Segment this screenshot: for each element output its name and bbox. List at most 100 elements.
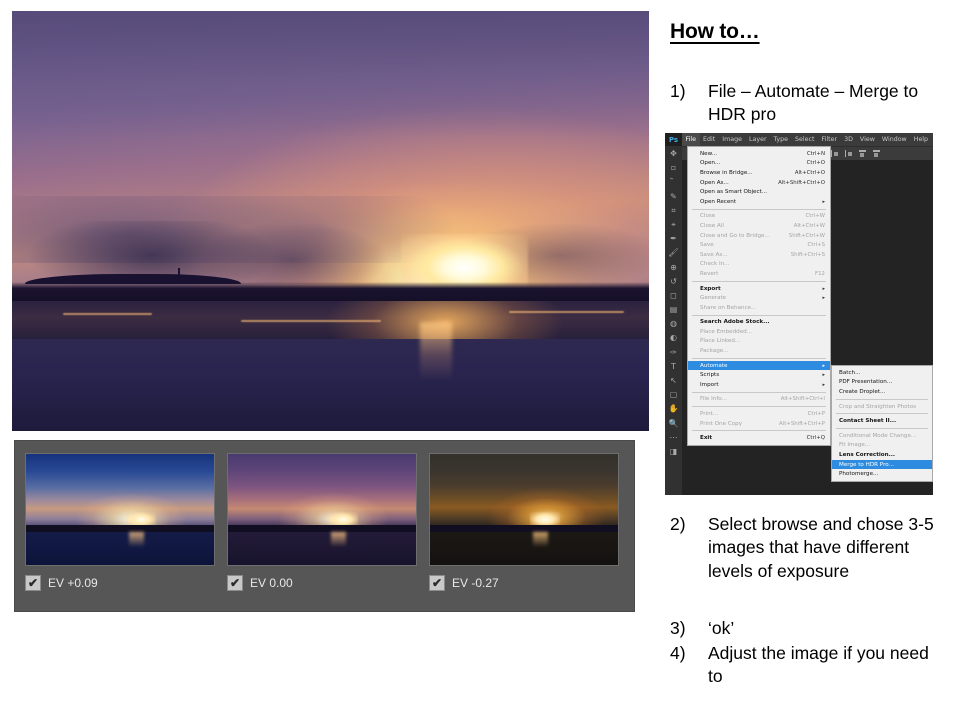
- file-menu-item-package: Package...: [688, 346, 830, 356]
- pen-tool-icon[interactable]: ✑: [668, 347, 679, 358]
- automate-item-contact-sheet-ii[interactable]: Contact Sheet II...: [832, 416, 932, 426]
- ps-menubar-filter[interactable]: Filter: [818, 133, 841, 146]
- blur-tool-icon[interactable]: ◍: [668, 318, 679, 329]
- photo-wet-sand-strip: [241, 319, 382, 322]
- shape-tool-icon[interactable]: ▢: [668, 389, 679, 400]
- menu-item-shortcut: Alt+Shift+Ctrl+P: [779, 420, 825, 427]
- align-bottom-icon[interactable]: [872, 150, 880, 157]
- automate-item-create-droplet[interactable]: Create Droplet...: [832, 387, 932, 397]
- path-selection-tool-icon[interactable]: ↖: [668, 375, 679, 386]
- hand-tool-icon[interactable]: ✋: [668, 403, 679, 414]
- automate-item-photomerge[interactable]: Photomerge...: [832, 469, 932, 479]
- menu-item-label: Place Linked...: [700, 338, 741, 345]
- menu-item-label: Scripts: [700, 372, 720, 379]
- automate-item-lens-correction[interactable]: Lens Correction...: [832, 450, 932, 460]
- thumbnail-checkbox[interactable]: ✔: [429, 575, 445, 591]
- thumbnail-cell[interactable]: ✔ EV 0.00: [227, 453, 417, 591]
- thumbnail-label-row: ✔ EV -0.27: [429, 575, 619, 591]
- thumb-sky: [430, 454, 618, 529]
- file-menu-item-share-on-behance: Share on Behance...: [688, 303, 830, 313]
- eraser-tool-icon[interactable]: ◻: [668, 290, 679, 301]
- menu-item-label: Save: [700, 242, 714, 249]
- file-menu-item-open-as[interactable]: Open As... Alt+Shift+Ctrl+O: [688, 178, 830, 188]
- ps-menubar-help[interactable]: Help: [910, 133, 931, 146]
- align-top-icon[interactable]: [858, 150, 866, 157]
- menu-item-label: Share on Behance...: [700, 304, 757, 311]
- type-tool-icon[interactable]: T: [668, 361, 679, 372]
- lasso-tool-icon[interactable]: ᷅: [668, 176, 679, 187]
- thumbnail-checkbox[interactable]: ✔: [227, 575, 243, 591]
- healing-brush-tool-icon[interactable]: ✒: [668, 233, 679, 244]
- ps-menubar-image[interactable]: Image: [719, 133, 746, 146]
- dodge-tool-icon[interactable]: ◐: [668, 332, 679, 343]
- menu-item-shortcut: Shift+Ctrl+W: [788, 232, 825, 239]
- thumbnail-image-ev-zero[interactable]: [227, 453, 417, 566]
- ps-menubar-view[interactable]: View: [856, 133, 878, 146]
- quick-select-tool-icon[interactable]: ✎: [668, 191, 679, 202]
- menu-item-label: Search Adobe Stock...: [700, 319, 770, 326]
- clone-stamp-tool-icon[interactable]: ⊕: [668, 262, 679, 273]
- instruction-step-3: 3) ‘ok’: [670, 617, 942, 640]
- eyedropper-tool-icon[interactable]: ⌖: [668, 219, 679, 230]
- file-menu-item-open-recent[interactable]: Open Recent ▸: [688, 197, 830, 207]
- brush-tool-icon[interactable]: 🖌: [668, 247, 679, 258]
- align-center-horizontal-icon[interactable]: [830, 150, 838, 157]
- menu-item-label: Print One Copy: [700, 420, 743, 427]
- photo-headland-silhouette: [12, 273, 649, 303]
- thumbnail-label-row: ✔ EV 0.00: [227, 575, 417, 591]
- file-dropdown-menu: New... Ctrl+N Open... Ctrl+O Browse in Bridg…: [687, 146, 831, 447]
- history-brush-tool-icon[interactable]: ↺: [668, 276, 679, 287]
- automate-item-batch[interactable]: Batch...: [832, 368, 932, 378]
- crop-tool-icon[interactable]: ⌗: [668, 205, 679, 216]
- photoshop-menu-bar: Ps File Edit Image Layer Type Select Filter 3D V…: [665, 133, 933, 146]
- automate-item-pdf-presentation[interactable]: PDF Presentation...: [832, 378, 932, 388]
- thumb-land: [26, 525, 214, 532]
- thumbnail-ev-label: EV +0.09: [48, 576, 98, 590]
- automate-item-merge-to-hdr-pro[interactable]: Merge to HDR Pro...: [832, 459, 932, 470]
- file-menu-item-import[interactable]: Import ▸: [688, 380, 830, 390]
- more-tools-icon[interactable]: ⋯: [668, 432, 679, 443]
- thumbnail-image-ev-plus[interactable]: [25, 453, 215, 566]
- menu-item-shortcut: Ctrl+S: [807, 242, 825, 249]
- file-menu-item-scripts[interactable]: Scripts ▸: [688, 370, 830, 380]
- file-menu-item-save: Save Ctrl+S: [688, 240, 830, 250]
- thumbnail-cell[interactable]: ✔ EV -0.27: [429, 453, 619, 591]
- ps-menubar-select[interactable]: Select: [792, 133, 818, 146]
- zoom-tool-icon[interactable]: 🔍: [668, 418, 679, 429]
- ps-menubar-edit[interactable]: Edit: [700, 133, 719, 146]
- thumb-water: [430, 531, 618, 565]
- ps-menubar-3d[interactable]: 3D: [841, 133, 857, 146]
- automate-item-separator: [836, 427, 928, 429]
- thumbnail-cell[interactable]: ✔ EV +0.09: [25, 453, 215, 591]
- ps-menubar-layer[interactable]: Layer: [745, 133, 770, 146]
- thumb-land: [430, 525, 618, 532]
- align-right-icon[interactable]: [844, 150, 852, 157]
- thumbnail-image-ev-minus[interactable]: [429, 453, 619, 566]
- menu-item-label: Revert: [700, 270, 719, 277]
- marquee-tool-icon[interactable]: ▫: [668, 162, 679, 173]
- thumbnail-ev-label: EV 0.00: [250, 576, 293, 590]
- ps-menubar-window[interactable]: Window: [878, 133, 910, 146]
- file-menu-item-automate[interactable]: Automate ▸: [688, 360, 830, 371]
- thumbnail-checkbox[interactable]: ✔: [25, 575, 41, 591]
- ps-menubar-type[interactable]: Type: [770, 133, 791, 146]
- ps-menubar-file[interactable]: File: [682, 133, 700, 146]
- menu-item-label: File Info...: [700, 396, 727, 403]
- menu-item-label: Open...: [700, 160, 721, 167]
- step-number: 3): [670, 618, 686, 638]
- step-number: 2): [670, 514, 686, 534]
- submenu-arrow-icon: ▸: [822, 295, 825, 302]
- file-menu-item-open-as-smart-object[interactable]: Open as Smart Object...: [688, 187, 830, 197]
- move-tool-icon[interactable]: ✥: [668, 148, 679, 159]
- file-menu-item-browse-in-bridge[interactable]: Browse in Bridge... Alt+Ctrl+O: [688, 168, 830, 178]
- file-menu-item-search-adobe-stock[interactable]: Search Adobe Stock...: [688, 318, 830, 328]
- file-menu-item-close-all: Close All Alt+Ctrl+W: [688, 221, 830, 231]
- file-menu-item-separator: [692, 314, 826, 316]
- file-menu-item-new[interactable]: New... Ctrl+N: [688, 149, 830, 159]
- thumb-water: [26, 531, 214, 565]
- gradient-tool-icon[interactable]: ▤: [668, 304, 679, 315]
- file-menu-item-exit[interactable]: Exit Ctrl+Q: [688, 433, 830, 443]
- file-menu-item-export[interactable]: Export ▸: [688, 284, 830, 294]
- file-menu-item-open[interactable]: Open... Ctrl+O: [688, 159, 830, 169]
- foreground-background-color-icon[interactable]: ◨: [668, 446, 679, 457]
